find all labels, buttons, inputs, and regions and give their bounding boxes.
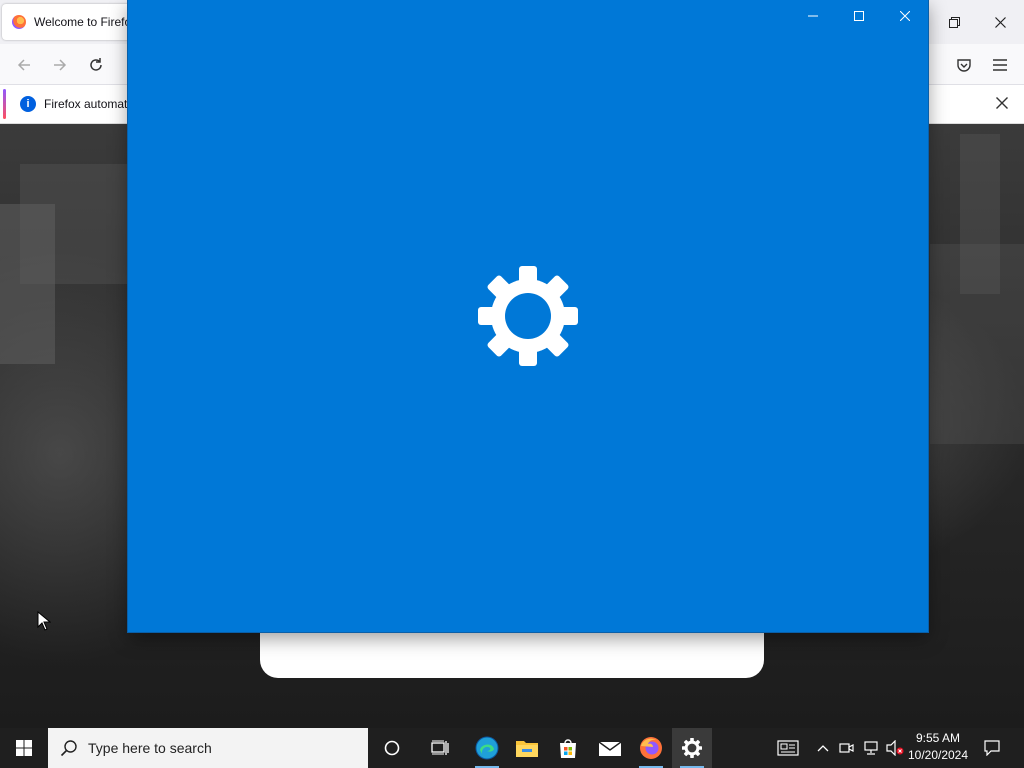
minimize-button[interactable] bbox=[790, 0, 836, 32]
action-center-button[interactable] bbox=[982, 738, 1002, 758]
close-window-button[interactable] bbox=[978, 6, 1022, 38]
mail-button[interactable] bbox=[590, 728, 630, 768]
gear-icon bbox=[478, 266, 578, 366]
search-placeholder: Type here to search bbox=[88, 740, 212, 756]
clock-date: 10/20/2024 bbox=[907, 748, 969, 762]
back-arrow-icon bbox=[17, 59, 30, 71]
settings-icon bbox=[682, 738, 702, 758]
tab-title: Welcome to Firefo bbox=[34, 15, 132, 29]
microsoft-store-button[interactable] bbox=[548, 728, 588, 768]
info-icon: i bbox=[20, 96, 36, 112]
windows-logo-icon bbox=[16, 740, 32, 756]
forward-arrow-icon bbox=[54, 59, 67, 71]
video-camera-icon bbox=[839, 743, 854, 753]
news-widget-button[interactable] bbox=[776, 738, 800, 758]
clock-time: 9:55 AM bbox=[915, 731, 961, 745]
close-button[interactable] bbox=[882, 0, 928, 32]
taskbar: Type here to search 9:55 AM 10/20/2024 bbox=[0, 728, 1024, 768]
start-button[interactable] bbox=[0, 728, 48, 768]
mail-icon bbox=[598, 741, 622, 756]
file-explorer-button[interactable] bbox=[507, 728, 547, 768]
settings-splash-window bbox=[128, 0, 928, 632]
notice-text: Firefox automat bbox=[44, 97, 128, 111]
task-view-icon bbox=[431, 740, 449, 755]
settings-taskbar-button[interactable] bbox=[672, 728, 712, 768]
search-icon bbox=[60, 740, 77, 757]
notification-icon bbox=[984, 740, 1000, 756]
network-icon bbox=[864, 741, 878, 755]
chevron-up-icon bbox=[817, 745, 829, 752]
reload-button[interactable] bbox=[85, 54, 107, 76]
close-icon bbox=[900, 11, 910, 21]
restore-button[interactable] bbox=[932, 6, 976, 38]
file-explorer-icon bbox=[516, 741, 538, 757]
task-view-button[interactable] bbox=[420, 728, 460, 768]
news-icon bbox=[777, 740, 799, 756]
firefox-favicon-icon bbox=[12, 15, 26, 29]
network-button[interactable] bbox=[861, 738, 881, 758]
close-icon bbox=[996, 97, 1008, 109]
notice-accent-bar bbox=[3, 89, 6, 119]
edge-taskbar-button[interactable] bbox=[467, 728, 507, 768]
hamburger-menu-icon bbox=[993, 59, 1007, 71]
cortana-icon bbox=[384, 740, 400, 756]
dismiss-notice-button[interactable] bbox=[996, 93, 1008, 114]
reload-icon bbox=[90, 58, 102, 71]
cortana-button[interactable] bbox=[372, 728, 412, 768]
mouse-cursor-icon bbox=[37, 611, 51, 631]
maximize-button[interactable] bbox=[836, 0, 882, 32]
firefox-icon bbox=[640, 737, 662, 759]
close-icon bbox=[994, 16, 1006, 28]
minimize-icon bbox=[808, 15, 818, 17]
maximize-icon bbox=[854, 11, 864, 21]
show-hidden-icons-button[interactable] bbox=[813, 738, 833, 758]
system-clock[interactable]: 9:55 AM 10/20/2024 bbox=[902, 730, 974, 766]
taskbar-search-box[interactable]: Type here to search bbox=[48, 728, 368, 768]
firefox-taskbar-button[interactable] bbox=[631, 728, 671, 768]
restore-icon bbox=[948, 16, 960, 28]
back-button[interactable] bbox=[13, 54, 35, 76]
forward-button[interactable] bbox=[49, 54, 71, 76]
menu-button[interactable] bbox=[989, 54, 1011, 76]
pocket-button[interactable] bbox=[953, 54, 975, 76]
microsoft-store-icon bbox=[560, 739, 576, 758]
pocket-icon bbox=[957, 59, 971, 72]
edge-icon bbox=[475, 736, 499, 760]
meet-now-button[interactable] bbox=[837, 738, 857, 758]
